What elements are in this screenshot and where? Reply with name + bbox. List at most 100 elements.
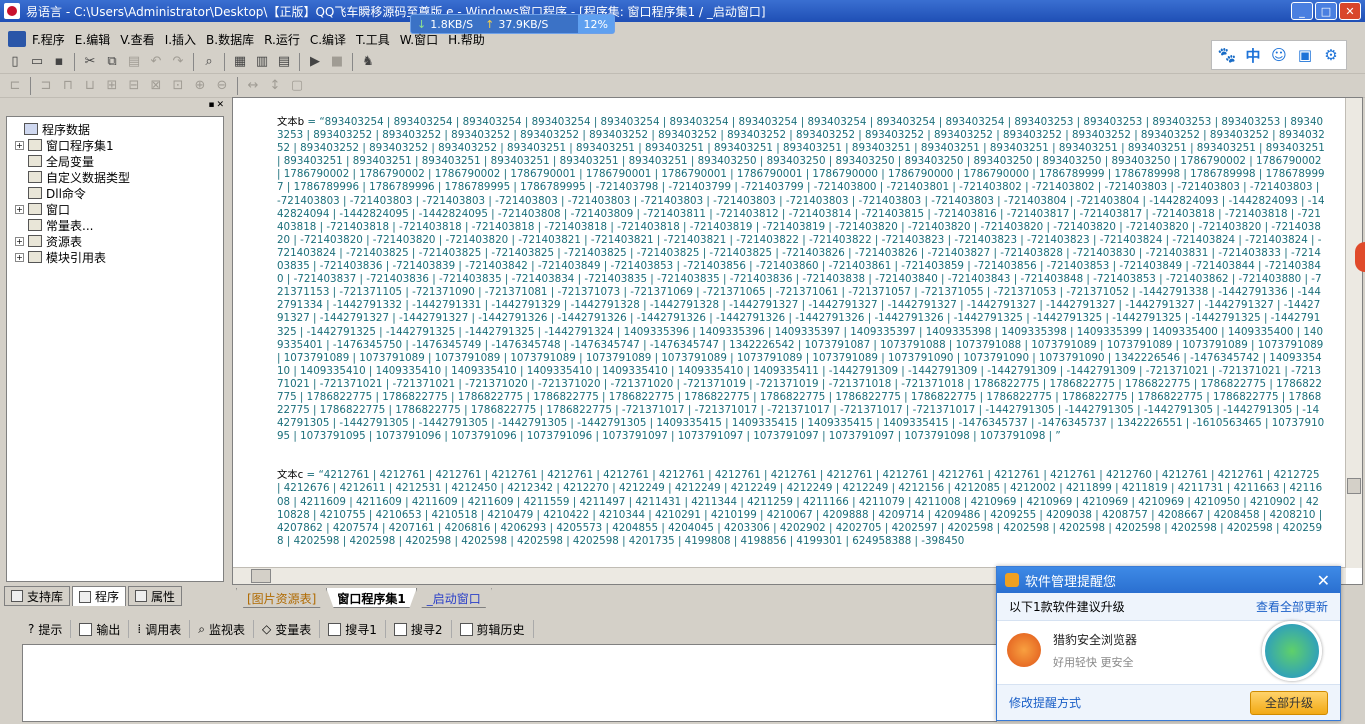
cut-icon[interactable]: ✂: [79, 52, 101, 72]
tab-watch[interactable]: ⌕ 监视表: [190, 620, 254, 638]
align-middle-icon[interactable]: ⊞: [101, 76, 123, 96]
update-notification-popup: 软件管理提醒您 ✕ 以下1款软件建议升级 查看全部更新 猎豹安全浏览器 好用轻快…: [996, 566, 1341, 721]
tab-program[interactable]: 程序: [72, 586, 127, 606]
expand-icon[interactable]: +: [15, 252, 24, 262]
tree-node-icon: [28, 219, 42, 231]
maximize-button[interactable]: □: [1315, 2, 1337, 20]
layout-2-icon[interactable]: ▥: [251, 52, 273, 72]
menu-program[interactable]: F.程序: [32, 31, 65, 48]
same-height-icon[interactable]: ⊡: [167, 76, 189, 96]
program-icon: [79, 590, 92, 603]
tree-item-label: 自定义数据类型: [46, 170, 131, 185]
tab-clip-history[interactable]: 剪辑历史: [452, 620, 534, 638]
find-icon[interactable]: ⌕: [198, 52, 220, 72]
tree-node-icon: [28, 171, 42, 183]
popup-subtitle: 以下1款软件建议升级: [1009, 600, 1125, 614]
save-icon[interactable]: ▪: [48, 52, 70, 72]
tree-item[interactable]: + 资源表: [11, 233, 219, 249]
tree-item-label: 常量表...: [46, 218, 94, 233]
tab-support-lib[interactable]: 支持库: [4, 586, 71, 606]
paste-icon[interactable]: ▤: [123, 52, 145, 72]
center-h-icon[interactable]: ↔: [242, 76, 264, 96]
tab-variables[interactable]: ◇ 变量表: [254, 620, 321, 638]
tree-node-icon: [28, 187, 42, 199]
run-icon[interactable]: ▶: [304, 52, 326, 72]
upgrade-all-button[interactable]: 全部升级: [1250, 690, 1328, 715]
tree-item[interactable]: + 窗口: [11, 201, 219, 217]
expand-icon[interactable]: +: [15, 140, 24, 150]
menu-tools[interactable]: T.工具: [356, 31, 390, 48]
menu-database[interactable]: B.数据库: [206, 31, 254, 48]
vertical-scrollbar[interactable]: [1345, 98, 1362, 568]
tab-window-assembly[interactable]: 窗口程序集1: [326, 588, 417, 608]
pane-close-icon[interactable]: ✕: [216, 100, 224, 112]
menu-window[interactable]: W.窗口: [400, 31, 438, 48]
tab-start-window[interactable]: _启动窗口: [415, 588, 492, 608]
tree-item[interactable]: + 模块引用表: [11, 249, 219, 265]
close-button[interactable]: ✕: [1339, 2, 1361, 20]
menu-help[interactable]: H.帮助: [448, 31, 485, 48]
window-controls: _ □ ✕: [1291, 2, 1361, 20]
redo-icon[interactable]: ↷: [167, 52, 189, 72]
layout-1-icon[interactable]: ▦: [229, 52, 251, 72]
menu-run[interactable]: R.运行: [264, 31, 300, 48]
center-v-icon[interactable]: ↕: [264, 76, 286, 96]
open-folder-icon[interactable]: ▭: [26, 52, 48, 72]
align-bottom-icon[interactable]: ⊟: [123, 76, 145, 96]
copy-icon[interactable]: ⧉: [101, 52, 123, 72]
properties-icon: [135, 590, 148, 602]
tab-search1[interactable]: 搜寻1: [320, 620, 386, 638]
tab-call-table[interactable]: ⁞ 调用表: [129, 620, 191, 638]
tree-item[interactable]: Dll命令: [11, 185, 219, 201]
tree-item[interactable]: 程序数据: [11, 121, 219, 137]
popup-close-button[interactable]: ✕: [1317, 571, 1330, 590]
tab-output[interactable]: 输出: [71, 620, 130, 638]
browser-icon: [1007, 633, 1041, 667]
tab-image-resources[interactable]: [图片资源表]: [236, 588, 328, 608]
tab-properties[interactable]: 属性: [128, 586, 183, 606]
align-center-icon[interactable]: ⊐: [35, 76, 57, 96]
grid-icon[interactable]: ▢: [286, 76, 308, 96]
output-panel[interactable]: [22, 644, 997, 722]
menu-app-icon[interactable]: [8, 31, 26, 47]
tree-item[interactable]: + 窗口程序集1: [11, 137, 219, 153]
tab-hint[interactable]: ? 提示: [20, 620, 72, 638]
code-value-c: = “4212761 | 4212761 | 4212761 | 4212761…: [277, 469, 1323, 547]
align-left-icon[interactable]: ⊏: [4, 76, 26, 96]
expand-icon[interactable]: +: [15, 204, 24, 214]
align-top-icon[interactable]: ⊔: [79, 76, 101, 96]
layout-3-icon[interactable]: ▤: [273, 52, 295, 72]
view-all-updates-link[interactable]: 查看全部更新: [1256, 598, 1328, 615]
tree-item-label: 资源表: [46, 234, 83, 249]
hscroll-thumb[interactable]: [251, 569, 271, 583]
side-widget[interactable]: [1355, 242, 1365, 272]
mascot-icon: [1262, 621, 1322, 681]
code-text[interactable]: 文本b = “893403254 | 893403254 | 893403254…: [277, 116, 1325, 574]
code-editor[interactable]: 文本b = “893403254 | 893403254 | 893403254…: [232, 97, 1363, 585]
align-right-icon[interactable]: ⊓: [57, 76, 79, 96]
modify-reminder-link[interactable]: 修改提醒方式: [1009, 694, 1081, 711]
vscroll-thumb[interactable]: [1347, 478, 1361, 494]
update-item[interactable]: 猎豹安全浏览器 好用轻快 更安全: [997, 621, 1340, 681]
menu-view[interactable]: V.查看: [120, 31, 154, 48]
tree-item-label: 程序数据: [42, 122, 91, 137]
new-file-icon[interactable]: ▯: [4, 52, 26, 72]
program-tree[interactable]: 程序数据 + 窗口程序集1 全局变量 自定义数据类型 Dll命令 + 窗口 常量表... + 资源表…: [6, 116, 224, 582]
minimize-button[interactable]: _: [1291, 2, 1313, 20]
same-width-icon[interactable]: ⊠: [145, 76, 167, 96]
expand-icon[interactable]: +: [15, 236, 24, 246]
same-size-icon[interactable]: ⊕: [189, 76, 211, 96]
h-space-icon[interactable]: ⊖: [211, 76, 233, 96]
undo-icon[interactable]: ↶: [145, 52, 167, 72]
debug-icon[interactable]: ♞: [357, 52, 379, 72]
menu-compile[interactable]: C.编译: [310, 31, 346, 48]
pane-pin-icon[interactable]: ▪: [208, 100, 214, 112]
menu-edit[interactable]: E.编辑: [75, 31, 110, 48]
tab-search2[interactable]: 搜寻2: [386, 620, 452, 638]
stop-icon[interactable]: ■: [326, 52, 348, 72]
menu-insert[interactable]: I.插入: [165, 31, 196, 48]
tree-item[interactable]: 常量表...: [11, 217, 219, 233]
code-value-b: = “893403254 | 893403254 | 893403254 | 8…: [277, 116, 1325, 443]
tree-item[interactable]: 全局变量: [11, 153, 219, 169]
tree-item[interactable]: 自定义数据类型: [11, 169, 219, 185]
